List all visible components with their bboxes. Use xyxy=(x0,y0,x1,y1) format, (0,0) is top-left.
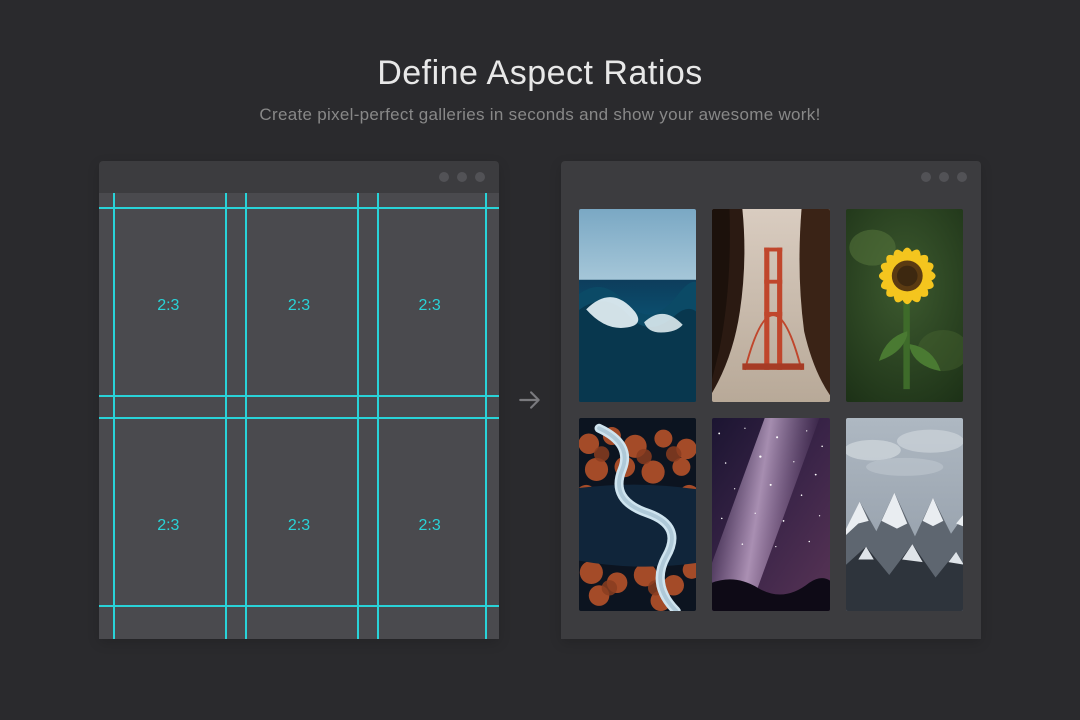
ratio-cell: 2:3 xyxy=(244,427,355,625)
gallery-thumb-ocean-wave xyxy=(579,209,696,402)
wireframe-canvas: 2:3 2:3 2:3 2:3 2:3 2:3 xyxy=(99,193,499,639)
page-subtitle: Create pixel-perfect galleries in second… xyxy=(259,105,820,125)
wireframe-titlebar xyxy=(99,161,499,193)
ratio-cell: 2:3 xyxy=(374,427,485,625)
arrow-right-icon xyxy=(517,387,543,413)
gallery-grid xyxy=(561,193,981,639)
panels-row: 2:3 2:3 2:3 2:3 2:3 2:3 xyxy=(99,161,981,639)
gallery-thumb-winding-road xyxy=(579,418,696,611)
gallery-thumb-sunflower xyxy=(846,209,963,402)
window-dot-icon xyxy=(957,172,967,182)
ratio-cell: 2:3 xyxy=(113,427,224,625)
ratio-cell: 2:3 xyxy=(244,207,355,405)
window-dot-icon xyxy=(475,172,485,182)
page-title: Define Aspect Ratios xyxy=(377,54,703,93)
wireframe-window: 2:3 2:3 2:3 2:3 2:3 2:3 xyxy=(99,161,499,639)
gallery-thumb-snowy-mountains xyxy=(846,418,963,611)
ratio-cell: 2:3 xyxy=(113,207,224,405)
window-dot-icon xyxy=(939,172,949,182)
window-dot-icon xyxy=(439,172,449,182)
gallery-titlebar xyxy=(561,161,981,193)
gallery-thumb-milky-way xyxy=(712,418,829,611)
ratio-cell: 2:3 xyxy=(374,207,485,405)
gallery-thumb-golden-gate xyxy=(712,209,829,402)
window-dot-icon xyxy=(921,172,931,182)
window-dot-icon xyxy=(457,172,467,182)
gallery-window xyxy=(561,161,981,639)
